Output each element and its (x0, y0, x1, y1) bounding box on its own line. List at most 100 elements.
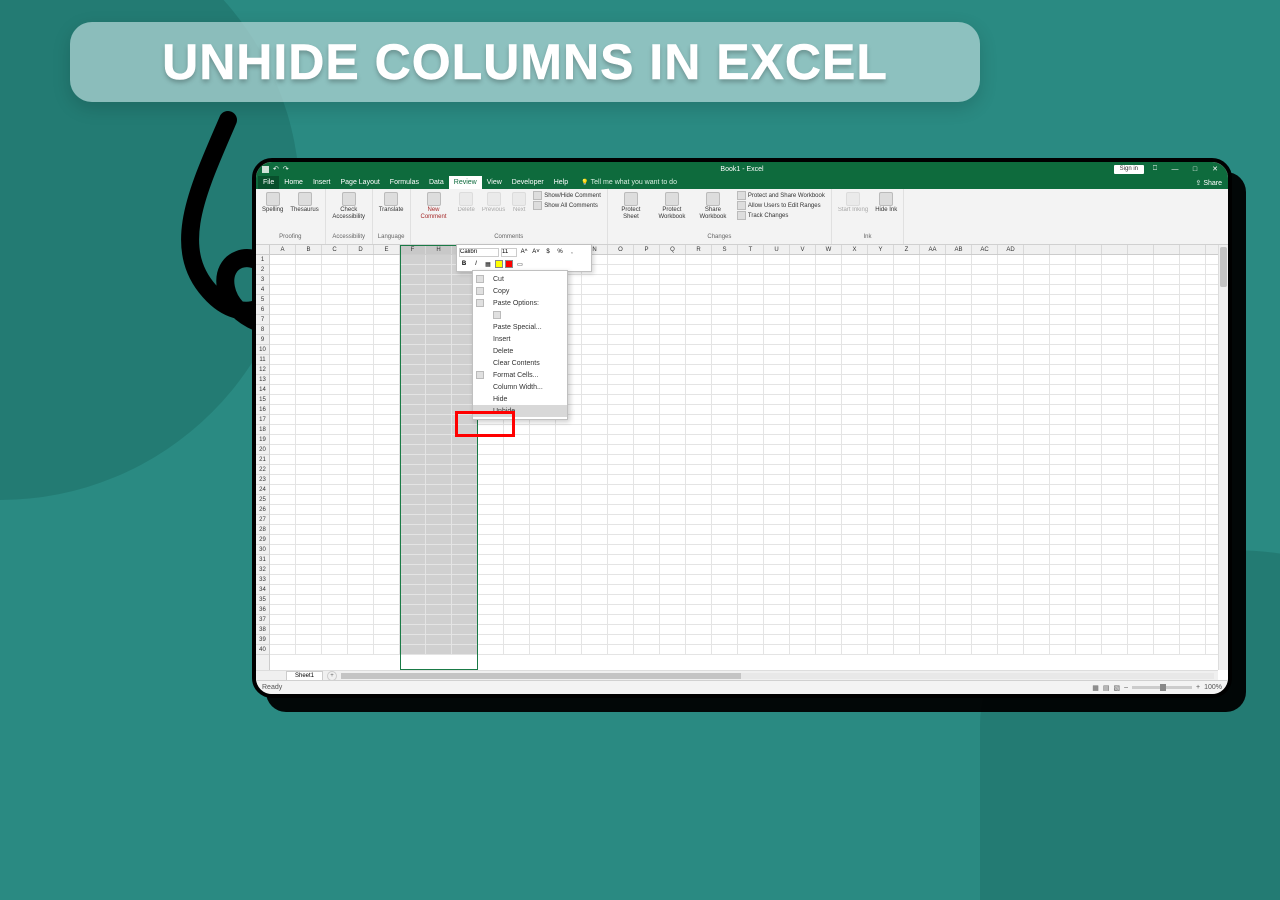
cell[interactable] (582, 645, 608, 655)
cell[interactable] (426, 475, 452, 485)
cell[interactable] (1024, 475, 1050, 485)
cell[interactable] (998, 395, 1024, 405)
cell[interactable] (738, 445, 764, 455)
cell[interactable] (712, 595, 738, 605)
cell[interactable] (348, 295, 374, 305)
cell[interactable] (920, 415, 946, 425)
cell[interactable] (608, 595, 634, 605)
cell[interactable] (1024, 405, 1050, 415)
cell[interactable] (634, 525, 660, 535)
cell[interactable] (790, 565, 816, 575)
cell[interactable] (452, 515, 478, 525)
cell[interactable] (790, 425, 816, 435)
cell[interactable] (400, 645, 426, 655)
cell[interactable] (686, 315, 712, 325)
cell[interactable] (842, 585, 868, 595)
row-header-20[interactable]: 20 (256, 445, 269, 455)
cell[interactable] (608, 575, 634, 585)
cell[interactable] (1076, 615, 1102, 625)
undo-icon[interactable]: ↶ (273, 165, 279, 173)
cell[interactable] (660, 295, 686, 305)
cell[interactable] (582, 595, 608, 605)
cell[interactable] (1050, 455, 1076, 465)
cell[interactable] (738, 405, 764, 415)
cell[interactable] (686, 595, 712, 605)
cell[interactable] (1154, 555, 1180, 565)
cell[interactable] (1050, 265, 1076, 275)
cell[interactable] (556, 455, 582, 465)
cell[interactable] (530, 605, 556, 615)
cell[interactable] (1128, 505, 1154, 515)
cell[interactable] (1050, 445, 1076, 455)
cell[interactable] (270, 545, 296, 555)
cell[interactable] (764, 535, 790, 545)
cell[interactable] (1024, 385, 1050, 395)
cell[interactable] (738, 285, 764, 295)
cell[interactable] (348, 335, 374, 345)
cell[interactable] (296, 565, 322, 575)
cell[interactable] (426, 365, 452, 375)
cell[interactable] (1128, 285, 1154, 295)
cell[interactable] (608, 335, 634, 345)
cell[interactable] (816, 625, 842, 635)
cell[interactable] (608, 315, 634, 325)
cell[interactable] (634, 275, 660, 285)
cell[interactable] (270, 295, 296, 305)
cell[interactable] (972, 625, 998, 635)
cell[interactable] (972, 485, 998, 495)
cell[interactable] (894, 345, 920, 355)
cell[interactable] (608, 485, 634, 495)
cell[interactable] (426, 295, 452, 305)
cell[interactable] (816, 515, 842, 525)
cell[interactable] (764, 615, 790, 625)
cell[interactable] (1102, 635, 1128, 645)
cell[interactable] (296, 275, 322, 285)
cell[interactable] (738, 535, 764, 545)
cell[interactable] (842, 365, 868, 375)
cell[interactable] (842, 545, 868, 555)
cell[interactable] (712, 275, 738, 285)
cell[interactable] (712, 505, 738, 515)
cell[interactable] (946, 315, 972, 325)
translate-button[interactable]: Translate (377, 191, 406, 215)
cell[interactable] (1024, 525, 1050, 535)
row-header-33[interactable]: 33 (256, 575, 269, 585)
cell[interactable] (660, 575, 686, 585)
cell[interactable] (842, 325, 868, 335)
row-header-18[interactable]: 18 (256, 425, 269, 435)
cell[interactable] (1050, 525, 1076, 535)
cell[interactable] (1154, 515, 1180, 525)
cell[interactable] (790, 495, 816, 505)
cell[interactable] (946, 505, 972, 515)
cell[interactable] (712, 475, 738, 485)
cell[interactable] (348, 415, 374, 425)
cell[interactable] (894, 425, 920, 435)
cell[interactable] (842, 285, 868, 295)
cell[interactable] (764, 375, 790, 385)
cell[interactable] (868, 315, 894, 325)
col-header-blank[interactable] (1154, 245, 1180, 254)
cell[interactable] (1128, 335, 1154, 345)
cell[interactable] (842, 315, 868, 325)
cell[interactable] (660, 405, 686, 415)
cell[interactable] (556, 495, 582, 505)
cell[interactable] (608, 505, 634, 515)
cell[interactable] (504, 425, 530, 435)
cell[interactable] (790, 325, 816, 335)
cell[interactable] (270, 615, 296, 625)
cell[interactable] (270, 515, 296, 525)
cell[interactable] (634, 325, 660, 335)
cell[interactable] (478, 545, 504, 555)
cell[interactable] (764, 405, 790, 415)
cell[interactable] (920, 565, 946, 575)
row-header-16[interactable]: 16 (256, 405, 269, 415)
cell[interactable] (322, 315, 348, 325)
col-header-blank[interactable] (1180, 245, 1206, 254)
cell[interactable] (790, 365, 816, 375)
col-header-blank[interactable] (1050, 245, 1076, 254)
cell[interactable] (296, 305, 322, 315)
row-header-8[interactable]: 8 (256, 325, 269, 335)
cell[interactable] (1076, 595, 1102, 605)
cell[interactable] (452, 595, 478, 605)
cell[interactable] (270, 505, 296, 515)
